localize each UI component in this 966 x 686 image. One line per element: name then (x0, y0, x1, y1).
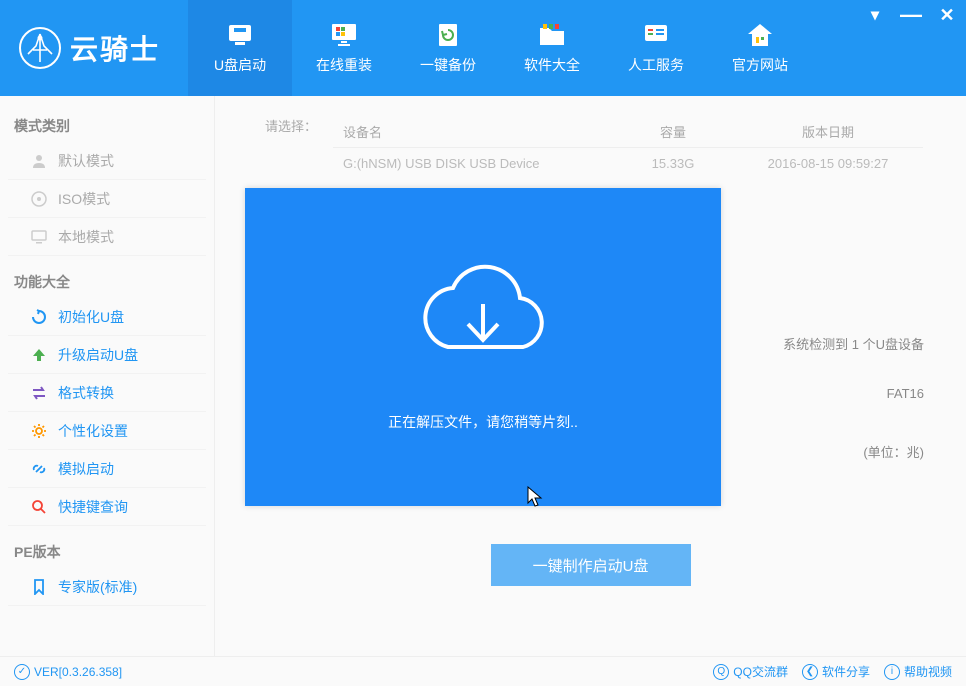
sidebar-item-init-usb[interactable]: 初始化U盘 (8, 298, 206, 336)
sidebar-item-label: 默认模式 (58, 151, 114, 171)
col-date: 版本日期 (733, 116, 923, 148)
monitor-small-icon (30, 228, 48, 246)
refresh-icon (30, 308, 48, 326)
usb-icon (224, 21, 256, 49)
nav-online-reinstall[interactable]: 在线重装 (292, 0, 396, 96)
nav-label: U盘启动 (214, 55, 266, 75)
device-row[interactable]: G:(hNSM) USB DISK USB Device 15.33G 2016… (243, 148, 938, 179)
nav-label: 人工服务 (628, 55, 684, 75)
sidebar-item-label: 初始化U盘 (58, 307, 124, 327)
qq-link[interactable]: Q QQ交流群 (713, 663, 788, 680)
version-label: ✓ VER[0.3.26.358] (14, 664, 122, 680)
home-icon (744, 21, 776, 49)
nav-label: 软件大全 (524, 55, 580, 75)
sidebar-item-customize[interactable]: 个性化设置 (8, 412, 206, 450)
extracting-modal: 正在解压文件，请您稍等片刻.. (245, 188, 721, 506)
nav-label: 官方网站 (732, 55, 788, 75)
cloud-download-icon (408, 262, 558, 372)
info-unit: (单位：兆) (863, 442, 924, 461)
sidebar: 模式类别 默认模式 ISO模式 本地模式 功能大全 初始化U盘 升级启动U盘 (0, 96, 215, 656)
minimize-button[interactable]: — (900, 4, 922, 26)
nav-website[interactable]: 官方网站 (708, 0, 812, 96)
gear-icon (30, 422, 48, 440)
select-prompt: 请选择： (243, 116, 333, 148)
sidebar-item-label: 专家版(标准) (58, 577, 137, 597)
cell-device: G:(hNSM) USB DISK USB Device (333, 148, 613, 179)
logo-text: 云骑士 (70, 28, 160, 68)
footer: ✓ VER[0.3.26.358] Q QQ交流群 ❮ 软件分享 i 帮助视频 (0, 656, 966, 686)
header: 云骑士 U盘启动 在线重装 一键备份 软件大全 人工服务 (0, 0, 966, 96)
sidebar-item-label: 快捷键查询 (58, 497, 128, 517)
sidebar-item-local-mode[interactable]: 本地模式 (8, 218, 206, 256)
sidebar-item-label: 本地模式 (58, 227, 114, 247)
sidebar-item-expert[interactable]: 专家版(标准) (8, 568, 206, 606)
help-link[interactable]: i 帮助视频 (884, 663, 952, 680)
knight-logo-icon (18, 26, 62, 70)
sidebar-item-label: 格式转换 (58, 383, 114, 403)
sidebar-item-label: 升级启动U盘 (58, 345, 138, 365)
info-detected: 系统检测到 1 个U盘设备 (783, 334, 924, 353)
cell-capacity: 15.33G (613, 148, 733, 179)
col-device: 设备名 (333, 116, 613, 148)
check-icon: ✓ (14, 664, 30, 680)
section-tools-title: 功能大全 (0, 266, 214, 298)
share-link[interactable]: ❮ 软件分享 (802, 663, 870, 680)
info-icon: i (884, 664, 900, 680)
support-icon (640, 21, 672, 49)
info-fat: FAT16 (887, 386, 924, 401)
section-mode-title: 模式类别 (0, 110, 214, 142)
share-icon: ❮ (802, 664, 818, 680)
nav-usb-boot[interactable]: U盘启动 (188, 0, 292, 96)
swap-icon (30, 384, 48, 402)
sidebar-item-label: 模拟启动 (58, 459, 114, 479)
col-capacity: 容量 (613, 116, 733, 148)
nav-support[interactable]: 人工服务 (604, 0, 708, 96)
close-button[interactable]: ✕ (936, 4, 958, 26)
nav-label: 在线重装 (316, 55, 372, 75)
arrow-up-icon (30, 346, 48, 364)
sidebar-item-upgrade-usb[interactable]: 升级启动U盘 (8, 336, 206, 374)
qq-icon: Q (713, 664, 729, 680)
create-boot-usb-button[interactable]: 一键制作启动U盘 (491, 544, 691, 586)
nav-backup[interactable]: 一键备份 (396, 0, 500, 96)
bookmark-icon (30, 578, 48, 596)
search-icon (30, 498, 48, 516)
folder-icon (536, 21, 568, 49)
sidebar-item-simulate[interactable]: 模拟启动 (8, 450, 206, 488)
nav-label: 一键备份 (420, 55, 476, 75)
user-icon (30, 152, 48, 170)
link-icon (30, 460, 48, 478)
disc-icon (30, 190, 48, 208)
sidebar-item-hotkey[interactable]: 快捷键查询 (8, 488, 206, 526)
modal-message: 正在解压文件，请您稍等片刻.. (388, 412, 578, 432)
sidebar-item-iso-mode[interactable]: ISO模式 (8, 180, 206, 218)
device-table-header: 请选择： 设备名 容量 版本日期 (243, 116, 938, 148)
app-window: 云骑士 U盘启动 在线重装 一键备份 软件大全 人工服务 (0, 0, 966, 686)
section-pe-title: PE版本 (0, 536, 214, 568)
cell-date: 2016-08-15 09:59:27 (733, 148, 923, 179)
refresh-doc-icon (432, 21, 464, 49)
sidebar-item-format[interactable]: 格式转换 (8, 374, 206, 412)
window-controls: ▾ — ✕ (864, 4, 958, 26)
app-logo: 云骑士 (0, 26, 178, 70)
sidebar-item-default-mode[interactable]: 默认模式 (8, 142, 206, 180)
dropdown-control[interactable]: ▾ (864, 4, 886, 26)
sidebar-item-label: 个性化设置 (58, 421, 128, 441)
top-nav: U盘启动 在线重装 一键备份 软件大全 人工服务 官方网站 (188, 0, 812, 96)
monitor-icon (328, 21, 360, 49)
sidebar-item-label: ISO模式 (58, 189, 110, 209)
nav-software[interactable]: 软件大全 (500, 0, 604, 96)
